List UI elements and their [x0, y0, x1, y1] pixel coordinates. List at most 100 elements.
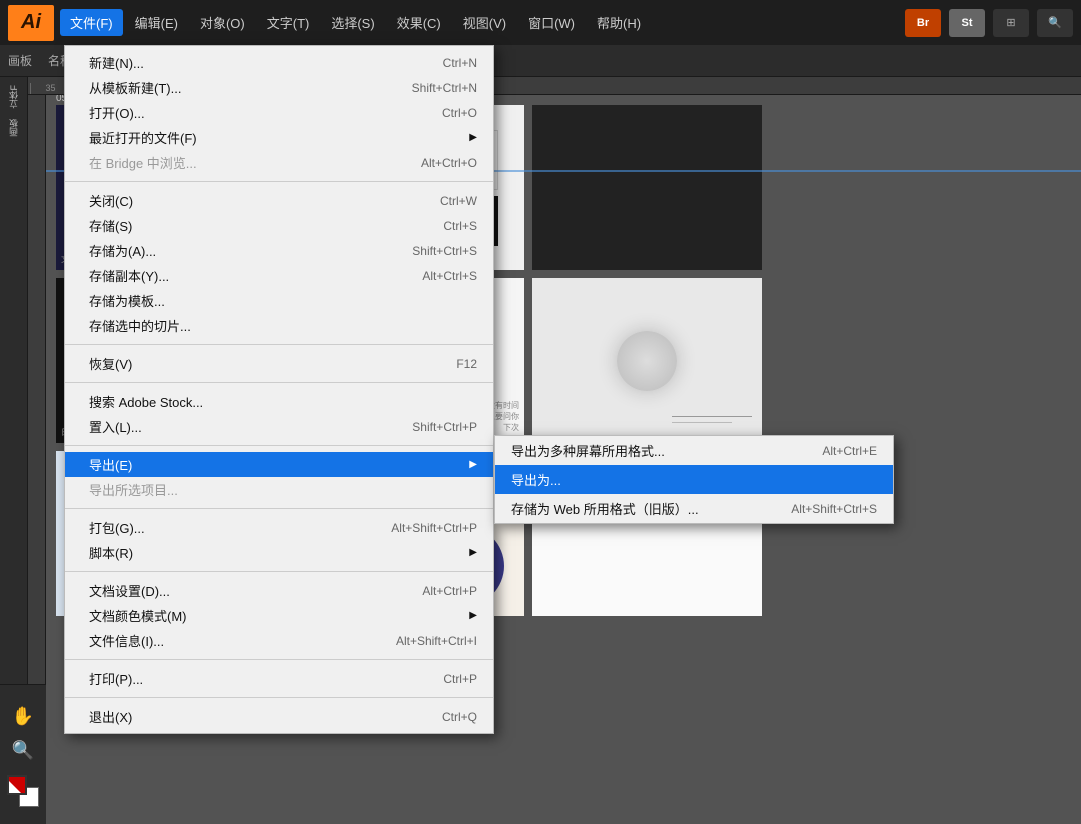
search-icon[interactable]: 🔍: [1037, 9, 1073, 37]
menu-save-label: 存储(S): [89, 216, 413, 235]
menu-save-copy-label: 存储副本(Y)...: [89, 266, 392, 285]
hand-tool[interactable]: ✋: [8, 703, 38, 731]
menu-help[interactable]: 帮助(H): [587, 9, 651, 36]
menu-save-slice[interactable]: 存储选中的切片...: [65, 313, 493, 338]
color-swatches[interactable]: [7, 775, 39, 807]
menu-export-label: 导出(E): [89, 455, 469, 474]
export-screens-shortcut: Alt+Ctrl+E: [822, 444, 877, 458]
menu-save-as-shortcut: Shift+Ctrl+S: [412, 244, 477, 258]
separator-5: [65, 508, 493, 509]
menu-open[interactable]: 打开(O)... Ctrl+O: [65, 100, 493, 125]
menu-search-stock[interactable]: 搜索 Adobe Stock...: [65, 389, 493, 414]
menu-file[interactable]: 文件(F): [60, 9, 123, 36]
menu-bridge-label: 在 Bridge 中浏览...: [89, 153, 391, 172]
menu-export-selected-label: 导出所选项目...: [89, 480, 477, 499]
menu-doc-color-label: 文档颜色模式(M): [89, 606, 469, 625]
menu-save-copy[interactable]: 存储副本(Y)... Alt+Ctrl+S: [65, 263, 493, 288]
stock-button[interactable]: St: [949, 9, 985, 37]
menu-print-label: 打印(P)...: [89, 669, 413, 688]
menu-section-save: 关闭(C) Ctrl+W 存储(S) Ctrl+S 存储为(A)... Shif…: [65, 184, 493, 342]
bridge-button[interactable]: Br: [905, 9, 941, 37]
menu-new-shortcut: Ctrl+N: [443, 56, 477, 70]
titlebar: Ai 文件(F) 编辑(E) 对象(O) 文字(T) 选择(S) 效果(C) 视…: [0, 0, 1081, 45]
menu-save-as-label: 存储为(A)...: [89, 241, 382, 260]
menu-window[interactable]: 窗口(W): [518, 9, 585, 36]
menu-script[interactable]: 脚本(R) ▶: [65, 540, 493, 565]
menubar: 文件(F) 编辑(E) 对象(O) 文字(T) 选择(S) 效果(C) 视图(V…: [60, 9, 899, 36]
menu-doc-setup-shortcut: Alt+Ctrl+P: [422, 584, 477, 598]
ai-logo-icon: Ai: [8, 5, 54, 41]
workspace-switcher[interactable]: ⊞: [993, 9, 1029, 37]
menu-open-shortcut: Ctrl+O: [442, 106, 477, 120]
menu-place[interactable]: 置入(L)... Shift+Ctrl+P: [65, 414, 493, 439]
menu-close-label: 关闭(C): [89, 191, 410, 210]
menu-save-as[interactable]: 存储为(A)... Shift+Ctrl+S: [65, 238, 493, 263]
menu-recent[interactable]: 最近打开的文件(F) ▶: [65, 125, 493, 150]
menu-doc-color[interactable]: 文档颜色模式(M) ▶: [65, 603, 493, 628]
file-menu-dropdown: 新建(N)... Ctrl+N 从模板新建(T)... Shift+Ctrl+N…: [64, 45, 494, 734]
titlebar-right: Br St ⊞ 🔍: [905, 9, 1073, 37]
menu-edit[interactable]: 编辑(E): [125, 9, 188, 36]
menu-package[interactable]: 打包(G)... Alt+Shift+Ctrl+P: [65, 515, 493, 540]
menu-quit[interactable]: 退出(X) Ctrl+Q: [65, 704, 493, 729]
menu-script-label: 脚本(R): [89, 543, 469, 562]
menu-view[interactable]: 视图(V): [453, 9, 516, 36]
menu-select[interactable]: 选择(S): [321, 9, 384, 36]
menu-text[interactable]: 文字(T): [257, 9, 320, 36]
separator-2: [65, 344, 493, 345]
menu-save[interactable]: 存储(S) Ctrl+S: [65, 213, 493, 238]
menu-doc-setup[interactable]: 文档设置(D)... Alt+Ctrl+P: [65, 578, 493, 603]
separator-1: [65, 181, 493, 182]
export-screens[interactable]: 导出为多种屏幕所用格式... Alt+Ctrl+E: [495, 436, 893, 465]
menu-save-copy-shortcut: Alt+Ctrl+S: [422, 269, 477, 283]
menu-export-selected: 导出所选项目...: [65, 477, 493, 502]
menu-effect[interactable]: 效果(C): [387, 9, 451, 36]
save-web-label: 存储为 Web 所用格式（旧版）...: [511, 499, 699, 518]
menu-place-shortcut: Shift+Ctrl+P: [412, 420, 477, 434]
artboard-extra2[interactable]: [532, 278, 762, 443]
menu-section-search: 搜索 Adobe Stock... 置入(L)... Shift+Ctrl+P: [65, 385, 493, 443]
separator-8: [65, 697, 493, 698]
menu-bridge: 在 Bridge 中浏览... Alt+Ctrl+O: [65, 150, 493, 175]
zoom-tool[interactable]: 🔍: [8, 737, 38, 765]
menu-print[interactable]: 打印(P)... Ctrl+P: [65, 666, 493, 691]
artboard-extra1[interactable]: [532, 105, 762, 270]
left-label-1: 立体F: [7, 81, 20, 113]
menu-export[interactable]: 导出(E) ▶: [65, 452, 493, 477]
menu-close-shortcut: Ctrl+W: [440, 194, 477, 208]
menu-revert-label: 恢复(V): [89, 354, 426, 373]
menu-new[interactable]: 新建(N)... Ctrl+N: [65, 50, 493, 75]
menu-section-doc: 文档设置(D)... Alt+Ctrl+P 文档颜色模式(M) ▶ 文件信息(I…: [65, 574, 493, 657]
left-label-2: 画板: [7, 115, 20, 141]
menu-revert-shortcut: F12: [456, 357, 477, 371]
toolbox: ✋ 🔍: [0, 684, 46, 824]
menu-package-label: 打包(G)...: [89, 518, 361, 537]
save-web-shortcut: Alt+Shift+Ctrl+S: [791, 502, 877, 516]
export-as-label: 导出为...: [511, 470, 561, 489]
menu-quit-shortcut: Ctrl+Q: [442, 710, 477, 724]
menu-close[interactable]: 关闭(C) Ctrl+W: [65, 188, 493, 213]
menu-section-quit: 退出(X) Ctrl+Q: [65, 700, 493, 733]
menu-doc-color-arrow: ▶: [469, 610, 477, 621]
menu-search-stock-label: 搜索 Adobe Stock...: [89, 392, 447, 411]
menu-open-label: 打开(O)...: [89, 103, 412, 122]
artboard-label: 画板: [8, 52, 32, 69]
export-as[interactable]: 导出为...: [495, 465, 893, 494]
save-web[interactable]: 存储为 Web 所用格式（旧版）... Alt+Shift+Ctrl+S: [495, 494, 893, 523]
menu-bridge-shortcut: Alt+Ctrl+O: [421, 156, 477, 170]
separator-7: [65, 659, 493, 660]
menu-save-template[interactable]: 存储为模板...: [65, 288, 493, 313]
menu-object[interactable]: 对象(O): [190, 9, 255, 36]
menu-recent-arrow: ▶: [469, 132, 477, 143]
menu-new-template[interactable]: 从模板新建(T)... Shift+Ctrl+N: [65, 75, 493, 100]
menu-export-arrow: ▶: [469, 459, 477, 470]
menu-file-info[interactable]: 文件信息(I)... Alt+Shift+Ctrl+I: [65, 628, 493, 653]
separator-3: [65, 382, 493, 383]
export-screens-label: 导出为多种屏幕所用格式...: [511, 441, 665, 460]
menu-section-package: 打包(G)... Alt+Shift+Ctrl+P 脚本(R) ▶: [65, 511, 493, 569]
fg-color-swatch[interactable]: [7, 775, 27, 795]
export-submenu: 导出为多种屏幕所用格式... Alt+Ctrl+E 导出为... 存储为 Web…: [494, 435, 894, 524]
menu-file-info-shortcut: Alt+Shift+Ctrl+I: [396, 634, 477, 648]
menu-revert[interactable]: 恢复(V) F12: [65, 351, 493, 376]
menu-file-info-label: 文件信息(I)...: [89, 631, 366, 650]
